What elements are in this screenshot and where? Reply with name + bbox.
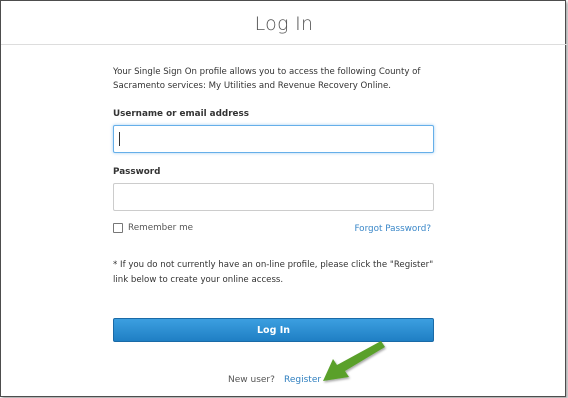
username-input[interactable] [113,125,434,153]
username-label: Username or email address [113,109,249,119]
remember-me-checkbox[interactable] [113,223,123,233]
register-link[interactable]: Register [284,375,321,385]
green-arrow-icon [323,341,385,381]
title-divider [1,44,567,45]
page-title: Log In [254,13,314,35]
intro-text: Your Single Sign On profile allows you t… [113,67,421,91]
login-panel: Log In Your Single Sign On profile allow… [0,0,567,397]
remember-me-label: Remember me [128,223,194,233]
register-note: * If you do not currently have an on-lin… [113,260,434,285]
text-caret [119,132,120,146]
remember-me[interactable]: Remember me [113,223,193,233]
forgot-password-link[interactable]: Forgot Password? [354,224,431,234]
password-input[interactable] [113,183,434,211]
password-label: Password [113,167,161,177]
new-user-text: New user? [228,375,275,385]
